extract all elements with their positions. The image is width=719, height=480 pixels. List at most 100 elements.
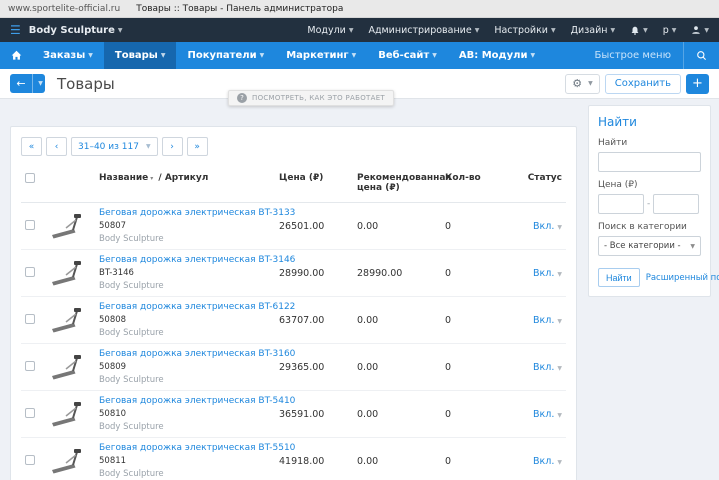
status-dropdown[interactable]: Вкл. ▼ (533, 315, 562, 326)
product-brand: Body Sculpture (99, 469, 164, 479)
product-thumbnail (47, 208, 83, 244)
table-row: Беговая дорожка электрическая BT-3133 508… (21, 202, 566, 250)
status-dropdown[interactable]: Вкл. ▼ (533, 409, 562, 420)
pagination: « ‹ 31–40 из 117 ▼ › » (21, 137, 566, 156)
user-icon (692, 26, 701, 34)
product-brand: Body Sculpture (99, 375, 164, 385)
product-brand: Body Sculpture (99, 281, 164, 291)
menu-design[interactable]: Дизайн ▼ (571, 25, 615, 36)
column-qty[interactable]: Кол-во (441, 169, 495, 203)
status-dropdown[interactable]: Вкл. ▼ (533, 362, 562, 373)
column-status[interactable]: Статус (495, 169, 566, 203)
status-dropdown[interactable]: Вкл. ▼ (533, 456, 562, 467)
table-row: Беговая дорожка электрическая BT-3146 BT-… (21, 249, 566, 297)
row-checkbox[interactable] (25, 219, 35, 230)
pagination-first-button[interactable]: « (21, 137, 42, 156)
chevron-down-icon: ▼ (259, 52, 265, 59)
table-row: Беговая дорожка электрическая BT-3160 508… (21, 343, 566, 391)
column-rec-price[interactable]: Рекомендованная цена (₽) (353, 169, 451, 203)
product-rec-price: 0.00 (353, 437, 441, 480)
product-thumbnail (47, 255, 83, 291)
product-name-link[interactable]: Беговая дорожка электрическая BT-5410 (99, 396, 295, 406)
nav-item-orders[interactable]: Заказы ▼ (32, 42, 104, 69)
table-row: Беговая дорожка электрическая BT-6122 508… (21, 296, 566, 344)
select-all-checkbox[interactable] (25, 173, 35, 183)
chevron-down-icon: ▼ (351, 52, 357, 59)
chevron-down-icon: ▼ (348, 26, 354, 34)
back-button[interactable]: ← ▼ (10, 74, 45, 93)
advanced-search-link[interactable]: Расширенный поиск (646, 273, 719, 283)
nav-item-ab-modules[interactable]: АВ: Модули ▼ (448, 42, 546, 69)
admin-topbar: ☰ Body Sculpture ▼ Модули ▼ Администриров… (0, 18, 719, 42)
tooltip-text: ПОСМОТРЕТЬ, КАК ЭТО РАБОТАЕТ (252, 94, 385, 102)
save-button[interactable]: Сохранить (604, 73, 681, 94)
product-qty: 0 (441, 390, 495, 438)
search-input[interactable] (598, 152, 701, 172)
add-product-button[interactable]: + (686, 73, 709, 94)
sort-by-sku[interactable]: Артикул (165, 173, 209, 183)
status-dropdown[interactable]: Вкл. ▼ (533, 221, 562, 232)
quick-menu[interactable]: Быстрое меню (582, 42, 683, 69)
nav-search-button[interactable] (683, 42, 719, 69)
chevron-down-icon: ▼ (588, 80, 593, 87)
product-thumbnail (47, 302, 83, 338)
arrow-left-icon[interactable]: ← (10, 74, 32, 93)
chevron-down-icon: ▼ (643, 26, 648, 34)
menu-settings[interactable]: Настройки ▼ (494, 25, 555, 36)
chevron-down-icon: ▼ (117, 26, 123, 34)
settings-button[interactable]: ⚙ ▼ (565, 73, 600, 94)
product-sku: 50809 (99, 362, 127, 372)
how-it-works-tooltip[interactable]: ? ПОСМОТРЕТЬ, КАК ЭТО РАБОТАЕТ (228, 90, 394, 106)
notifications-menu[interactable]: ▼ (630, 25, 648, 36)
pagination-prev-button[interactable]: ‹ (46, 137, 67, 156)
store-menu[interactable]: Body Sculpture ▼ (29, 25, 123, 36)
product-name-link[interactable]: Беговая дорожка электрическая BT-3146 (99, 255, 295, 265)
price-min-input[interactable] (598, 194, 644, 214)
sidebar-title: Найти (598, 115, 637, 129)
table-row: Беговая дорожка электрическая BT-5410 508… (21, 390, 566, 438)
browser-tab-title: Товары :: Товары - Панель администратора (136, 3, 344, 14)
pagination-next-button[interactable]: › (161, 137, 183, 156)
sidebar-find-button[interactable]: Найти (598, 268, 640, 287)
product-qty: 0 (441, 249, 495, 297)
row-checkbox[interactable] (25, 360, 35, 371)
chevron-down-icon: ▼ (557, 364, 562, 372)
row-checkbox[interactable] (25, 407, 35, 418)
nav-item-marketing[interactable]: Маркетинг ▼ (275, 42, 367, 69)
product-name-link[interactable]: Беговая дорожка электрическая BT-3133 (99, 208, 295, 218)
product-name-link[interactable]: Беговая дорожка электрическая BT-5510 (99, 443, 295, 453)
nav-item-products[interactable]: Товары ▼ (103, 42, 177, 69)
chevron-down-icon: ▼ (550, 26, 556, 34)
hamburger-icon[interactable]: ☰ (10, 24, 21, 36)
chevron-down-icon: ▼ (557, 223, 562, 231)
pagination-last-button[interactable]: » (186, 137, 208, 156)
sort-by-name[interactable]: Название (99, 173, 148, 183)
row-checkbox[interactable] (25, 266, 35, 277)
category-select[interactable]: - Все категории - ▼ (598, 236, 701, 256)
search-sidebar: Найти Найти Цена (₽) - Поиск в категории… (588, 105, 719, 297)
product-name-link[interactable]: Беговая дорожка электрическая BT-6122 (99, 302, 295, 312)
nav-item-customers[interactable]: Покупатели ▼ (176, 42, 275, 69)
status-dropdown[interactable]: Вкл. ▼ (533, 268, 562, 279)
browser-url: www.sportelite-official.ru (8, 3, 121, 14)
row-checkbox[interactable] (25, 454, 35, 465)
price-max-input[interactable] (653, 194, 700, 214)
product-name-link[interactable]: Беговая дорожка электрическая BT-3160 (99, 349, 295, 359)
currency-menu[interactable]: р ▼ (663, 25, 677, 36)
chevron-down-icon: ▼ (474, 26, 480, 34)
row-checkbox[interactable] (25, 313, 35, 324)
nav-home[interactable] (0, 42, 32, 69)
category-label: Поиск в категории (598, 222, 687, 232)
column-name-sku: Название ▾ / Артикул (95, 169, 275, 203)
product-thumbnail (47, 396, 83, 432)
menu-modules[interactable]: Модули ▼ (307, 25, 353, 36)
menu-administration[interactable]: Администрирование ▼ (368, 25, 479, 36)
price-range-dash: - (647, 199, 651, 209)
nav-item-website[interactable]: Веб-сайт ▼ (367, 42, 448, 69)
product-thumbnail (47, 349, 83, 385)
pagination-range-dropdown[interactable]: 31–40 из 117 ▼ (71, 137, 158, 156)
question-icon: ? (237, 93, 247, 103)
gear-icon: ⚙ (572, 77, 583, 90)
profile-menu[interactable]: ▼ (691, 25, 709, 35)
column-price[interactable]: Цена (₽) (275, 169, 353, 203)
